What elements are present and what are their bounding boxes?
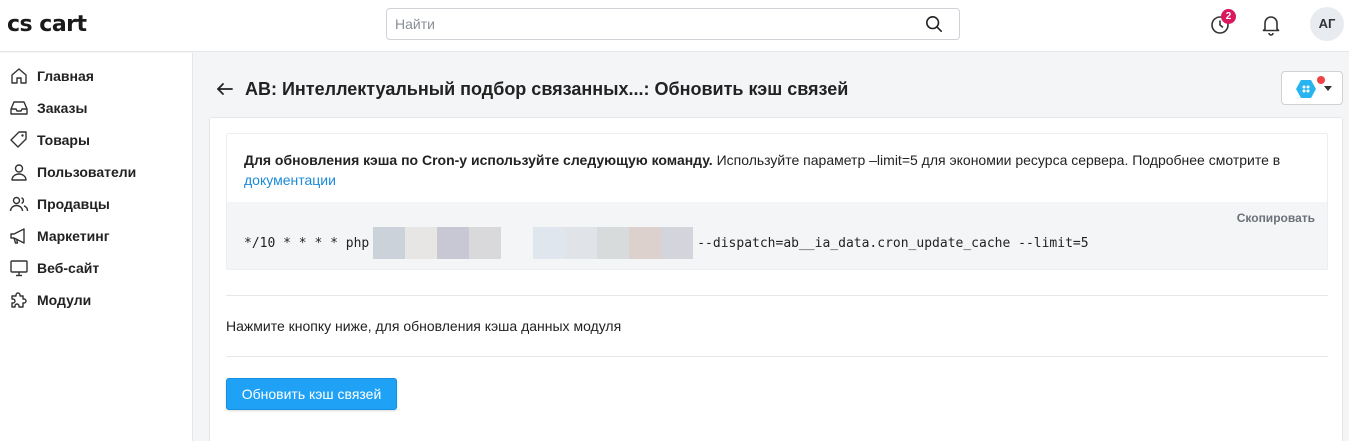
sidebar-item-label: Товары xyxy=(37,132,90,148)
notification-badge: 2 xyxy=(1221,9,1236,24)
search-box[interactable] xyxy=(386,8,960,40)
cron-command-prefix: */10 * * * * php xyxy=(244,235,370,251)
sidebar-item-label: Заказы xyxy=(37,100,88,116)
sidebar-item-home[interactable]: Главная xyxy=(0,60,193,92)
user-avatar[interactable]: АГ xyxy=(1310,7,1344,41)
addon-menu-button[interactable] xyxy=(1281,71,1343,105)
sidebar-item-label: Пользователи xyxy=(37,164,137,180)
bell-icon[interactable] xyxy=(1259,12,1283,36)
redacted-path xyxy=(373,227,694,259)
search-input[interactable] xyxy=(387,9,917,39)
cron-command[interactable]: */10 * * * * php --dispatch=ab__ia_data.… xyxy=(244,227,1089,259)
sidebar-item-users[interactable]: Пользователи xyxy=(0,156,193,188)
megaphone-icon xyxy=(10,228,25,244)
cs-cart-logo[interactable]: cs cart xyxy=(7,12,87,37)
notice-text: Для обновления кэша по Cron-у используйт… xyxy=(244,150,1314,190)
sidebar-item-label: Продавцы xyxy=(37,196,110,212)
sidebar-item-label: Маркетинг xyxy=(37,228,110,244)
copy-button[interactable]: Скопировать xyxy=(1237,211,1315,225)
divider xyxy=(226,356,1328,357)
page-title: AB: Интеллектуальный подбор связанных...… xyxy=(245,79,849,99)
tag-icon xyxy=(10,131,27,148)
notice-body-text: Используйте параметр –limit=5 для эконом… xyxy=(712,152,1281,168)
content-card: Для обновления кэша по Cron-у используйт… xyxy=(209,117,1343,441)
home-icon xyxy=(11,68,27,84)
sidebar-item-modules[interactable]: Модули xyxy=(0,284,193,316)
sidebar: Главная Заказы Товары Пользователи Прода… xyxy=(0,53,193,441)
monitor-icon xyxy=(10,260,28,277)
back-arrow-icon[interactable] xyxy=(215,79,235,99)
search-icon[interactable] xyxy=(925,15,943,33)
sidebar-item-marketing[interactable]: Маркетинг xyxy=(0,220,193,252)
sidebar-item-vendors[interactable]: Продавцы xyxy=(0,188,193,220)
addon-logo-icon xyxy=(1296,80,1316,98)
user-icon xyxy=(11,164,27,181)
addon-status-dot xyxy=(1317,76,1325,84)
cron-command-suffix: --dispatch=ab__ia_data.cron_update_cache… xyxy=(697,235,1089,251)
sidebar-item-label: Главная xyxy=(37,68,94,84)
documentation-link[interactable]: документации xyxy=(244,172,336,188)
chevron-down-icon xyxy=(1324,86,1332,91)
update-cache-button[interactable]: Обновить кэш связей xyxy=(226,378,397,410)
users-icon xyxy=(9,196,29,212)
cron-notice: Для обновления кэша по Cron-у используйт… xyxy=(226,133,1328,270)
notice-bold-text: Для обновления кэша по Cron-у используйт… xyxy=(244,152,713,168)
sidebar-item-website[interactable]: Веб-сайт xyxy=(0,252,193,284)
divider xyxy=(226,295,1328,296)
puzzle-icon xyxy=(11,292,27,308)
sidebar-item-label: Веб-сайт xyxy=(37,260,100,276)
top-header: cs cart 2 АГ xyxy=(0,0,1349,52)
sidebar-item-products[interactable]: Товары xyxy=(0,124,193,156)
sidebar-item-label: Модули xyxy=(37,292,92,308)
update-hint-text: Нажмите кнопку ниже, для обновления кэша… xyxy=(226,318,622,334)
inbox-icon xyxy=(10,101,28,115)
sidebar-item-orders[interactable]: Заказы xyxy=(0,92,193,124)
